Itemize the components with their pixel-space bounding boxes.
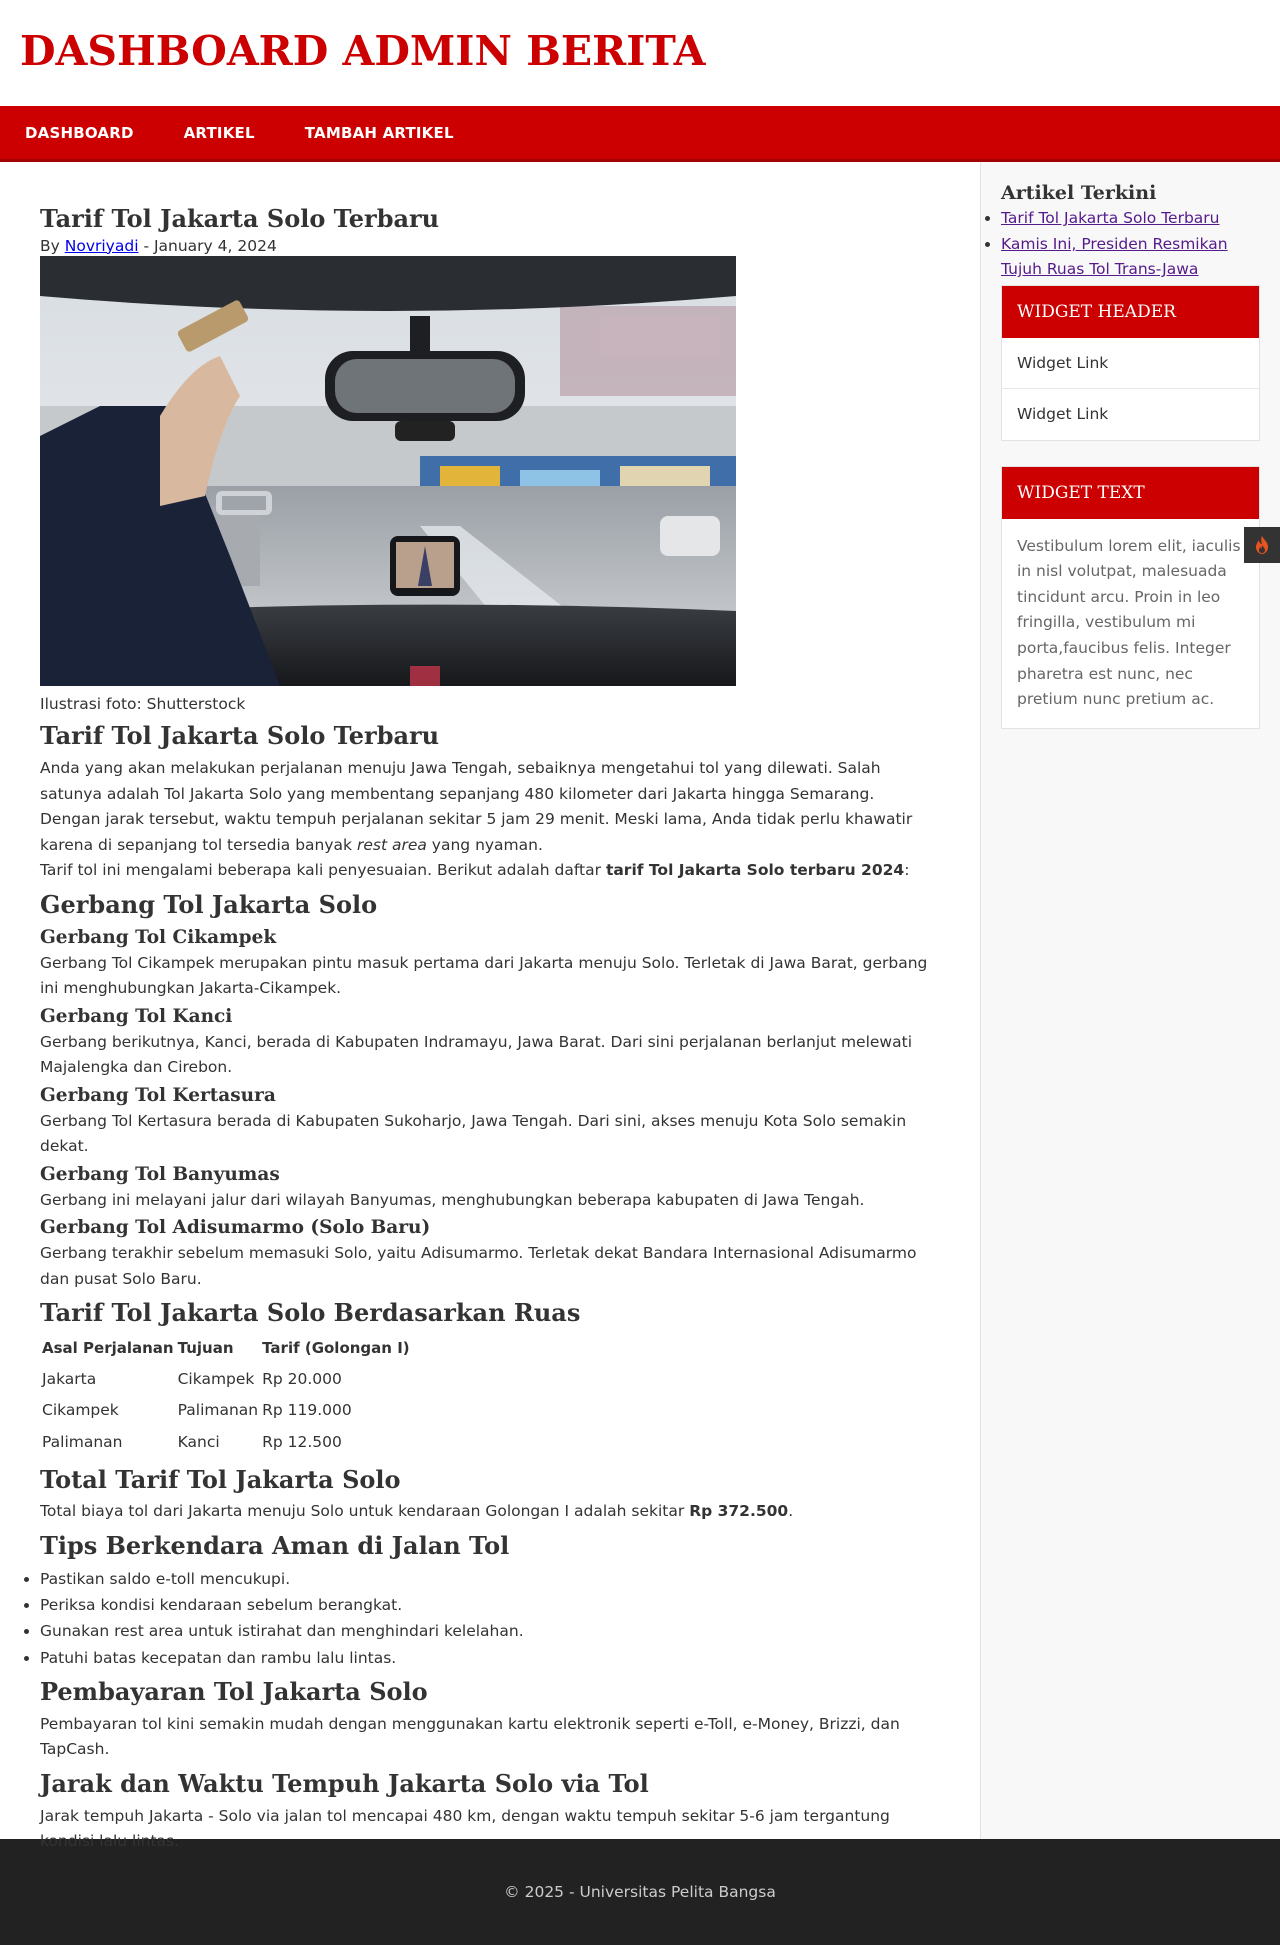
nav-artikel[interactable]: ARTIKEL xyxy=(184,124,255,142)
main-nav: DASHBOARD ARTIKEL TAMBAH ARTIKEL xyxy=(0,106,1280,162)
section-heading-total: Total Tarif Tol Jakarta Solo xyxy=(40,1464,401,1494)
list-item: Kamis Ini, Presiden Resmikan Tujuh Ruas … xyxy=(1001,232,1260,283)
footer-copyright: © 2025 - Universitas Pelita Bangsa xyxy=(504,1883,776,1901)
table-header-cell: Tujuan xyxy=(177,1339,234,1358)
paragraph-total-end: . xyxy=(788,1502,794,1521)
table-header-cell: Asal Perjalanan xyxy=(42,1339,174,1358)
section-heading-ruas: Tarif Tol Jakarta Solo Berdasarkan Ruas xyxy=(40,1298,581,1328)
widget-link[interactable]: Widget Link xyxy=(1002,338,1259,389)
section-heading-gerbang: Gerbang Tol Jakarta Solo xyxy=(40,890,378,920)
section-heading-intro: Tarif Tol Jakarta Solo Terbaru xyxy=(40,721,440,751)
recent-articles-title: Artikel Terkini xyxy=(1001,182,1157,204)
table-cell: Rp 12.500 xyxy=(262,1433,342,1452)
table-cell: Palimanan xyxy=(177,1401,259,1420)
paragraph-distance-end: yang nyaman. xyxy=(426,835,543,854)
flame-tab-button[interactable] xyxy=(1244,527,1280,563)
list-item: Periksa kondisi kendaraan sebelum berang… xyxy=(40,1592,940,1618)
widget-text-body: Vestibulum lorem elit, iaculis in nisl v… xyxy=(1017,536,1241,709)
flame-icon xyxy=(1256,536,1268,554)
widget-text-title: WIDGET TEXT xyxy=(1002,466,1259,519)
tarif-table: Asal Perjalanan Tujuan Tarif (Golongan I… xyxy=(40,1333,412,1458)
paragraph-total: Total biaya tol dari Jakarta menuju Solo… xyxy=(40,1499,940,1525)
page-layout: Tarif Tol Jakarta Solo Terbaru By Novriy… xyxy=(0,162,1280,1850)
tips-list: Pastikan saldo e-toll mencukupi. Periksa… xyxy=(40,1566,940,1671)
gate-heading: Gerbang Tol Cikampek xyxy=(40,926,277,948)
widget-header-box: WIDGET HEADER Widget Link Widget Link xyxy=(1001,284,1260,441)
paragraph-total-text: Total biaya tol dari Jakarta menuju Solo… xyxy=(40,1502,690,1521)
widget-link[interactable]: Widget Link xyxy=(1002,389,1259,440)
recent-article-link[interactable]: Kamis Ini, Presiden Resmikan Tujuh Ruas … xyxy=(1001,235,1228,279)
table-cell: Rp 20.000 xyxy=(262,1369,342,1388)
paragraph-intro: Anda yang akan melakukan perjalanan menu… xyxy=(40,759,881,803)
gate-heading: Gerbang Tol Kertasura xyxy=(40,1084,276,1106)
gate-description: Gerbang Tol Cikampek merupakan pintu mas… xyxy=(40,953,928,998)
site-title: DASHBOARD ADMIN BERITA xyxy=(20,27,706,75)
rest-area-emphasis: rest area xyxy=(356,835,427,854)
table-cell: Kanci xyxy=(177,1433,220,1452)
article-title: Tarif Tol Jakarta Solo Terbaru xyxy=(40,204,440,233)
table-cell: Rp 119.000 xyxy=(262,1401,352,1420)
list-item: Gunakan rest area untuk istirahat dan me… xyxy=(40,1618,940,1644)
table-row: Cikampek Palimanan Rp 119.000 xyxy=(40,1395,412,1427)
table-cell: Cikampek xyxy=(177,1369,255,1388)
recent-article-link[interactable]: Tarif Tol Jakarta Solo Terbaru xyxy=(1001,209,1219,227)
paragraph-pembayaran: Pembayaran tol kini semakin mudah dengan… xyxy=(40,1714,900,1759)
paragraph-adjustment: Tarif tol ini mengalami beberapa kali pe… xyxy=(40,858,940,884)
gate-description: Gerbang terakhir sebelum memasuki Solo, … xyxy=(40,1244,917,1288)
list-item: Tarif Tol Jakarta Solo Terbaru xyxy=(1001,206,1260,232)
list-item: Pastikan saldo e-toll mencukupi. xyxy=(40,1566,940,1592)
article-byline: By Novriyadi - January 4, 2024 xyxy=(40,236,940,256)
tarif-emphasis: tarif Tol Jakarta Solo terbaru 2024 xyxy=(605,861,905,880)
table-cell: Jakarta xyxy=(42,1369,97,1388)
article-date: - January 4, 2024 xyxy=(143,236,277,255)
widget-header-title: WIDGET HEADER xyxy=(1002,285,1259,338)
recent-articles-list: Tarif Tol Jakarta Solo Terbaru Kamis Ini… xyxy=(1001,206,1260,283)
list-item: Patuhi batas kecepatan dan rambu lalu li… xyxy=(40,1645,940,1671)
paragraph-adjustment-text: Tarif tol ini mengalami beberapa kali pe… xyxy=(40,861,606,880)
table-row: Palimanan Kanci Rp 12.500 xyxy=(40,1427,412,1459)
table-row: Jakarta Cikampek Rp 20.000 xyxy=(40,1364,412,1396)
article-content: Tarif Tol Jakarta Solo Terbaru By Novriy… xyxy=(0,162,980,1850)
section-heading-pembayaran: Pembayaran Tol Jakarta Solo xyxy=(40,1677,428,1707)
paragraph-distance: Dengan jarak tersebut, waktu tempuh perj… xyxy=(40,807,940,858)
gate-heading: Gerbang Tol Adisumarmo (Solo Baru) xyxy=(40,1217,431,1239)
table-header-row: Asal Perjalanan Tujuan Tarif (Golongan I… xyxy=(40,1333,412,1364)
total-amount: Rp 372.500 xyxy=(689,1502,789,1521)
nav-tambah-artikel[interactable]: TAMBAH ARTIKEL xyxy=(305,124,454,142)
gate-description: Gerbang Tol Kertasura berada di Kabupate… xyxy=(40,1111,907,1156)
gate-heading: Gerbang Tol Kanci xyxy=(40,1005,233,1027)
table-cell: Cikampek xyxy=(42,1401,119,1420)
paragraph-jarak: Jarak tempuh Jakarta - Solo via jalan to… xyxy=(40,1806,890,1851)
byline-prefix: By xyxy=(40,236,60,255)
gate-description: Gerbang ini melayani jalur dari wilayah … xyxy=(40,1190,865,1209)
nav-dashboard[interactable]: DASHBOARD xyxy=(25,124,134,142)
section-heading-tips: Tips Berkendara Aman di Jalan Tol xyxy=(40,1530,510,1560)
author-link[interactable]: Novriyadi xyxy=(65,237,139,255)
table-header-cell: Tarif (Golongan I) xyxy=(262,1339,410,1358)
article-image xyxy=(40,255,736,686)
table-cell: Palimanan xyxy=(42,1433,123,1452)
sidebar: Artikel Terkini Tarif Tol Jakarta Solo T… xyxy=(980,162,1280,1839)
section-heading-jarak: Jarak dan Waktu Tempuh Jakarta Solo via … xyxy=(40,1769,649,1799)
gate-description: Gerbang berikutnya, Kanci, berada di Kab… xyxy=(40,1032,912,1077)
image-caption: Ilustrasi foto: Shutterstock xyxy=(40,694,246,713)
gate-heading: Gerbang Tol Banyumas xyxy=(40,1163,280,1185)
widget-text-box: WIDGET TEXT Vestibulum lorem elit, iacul… xyxy=(1001,465,1260,729)
paragraph-adjustment-end: : xyxy=(904,861,910,880)
site-header: DASHBOARD ADMIN BERITA xyxy=(0,0,1280,106)
